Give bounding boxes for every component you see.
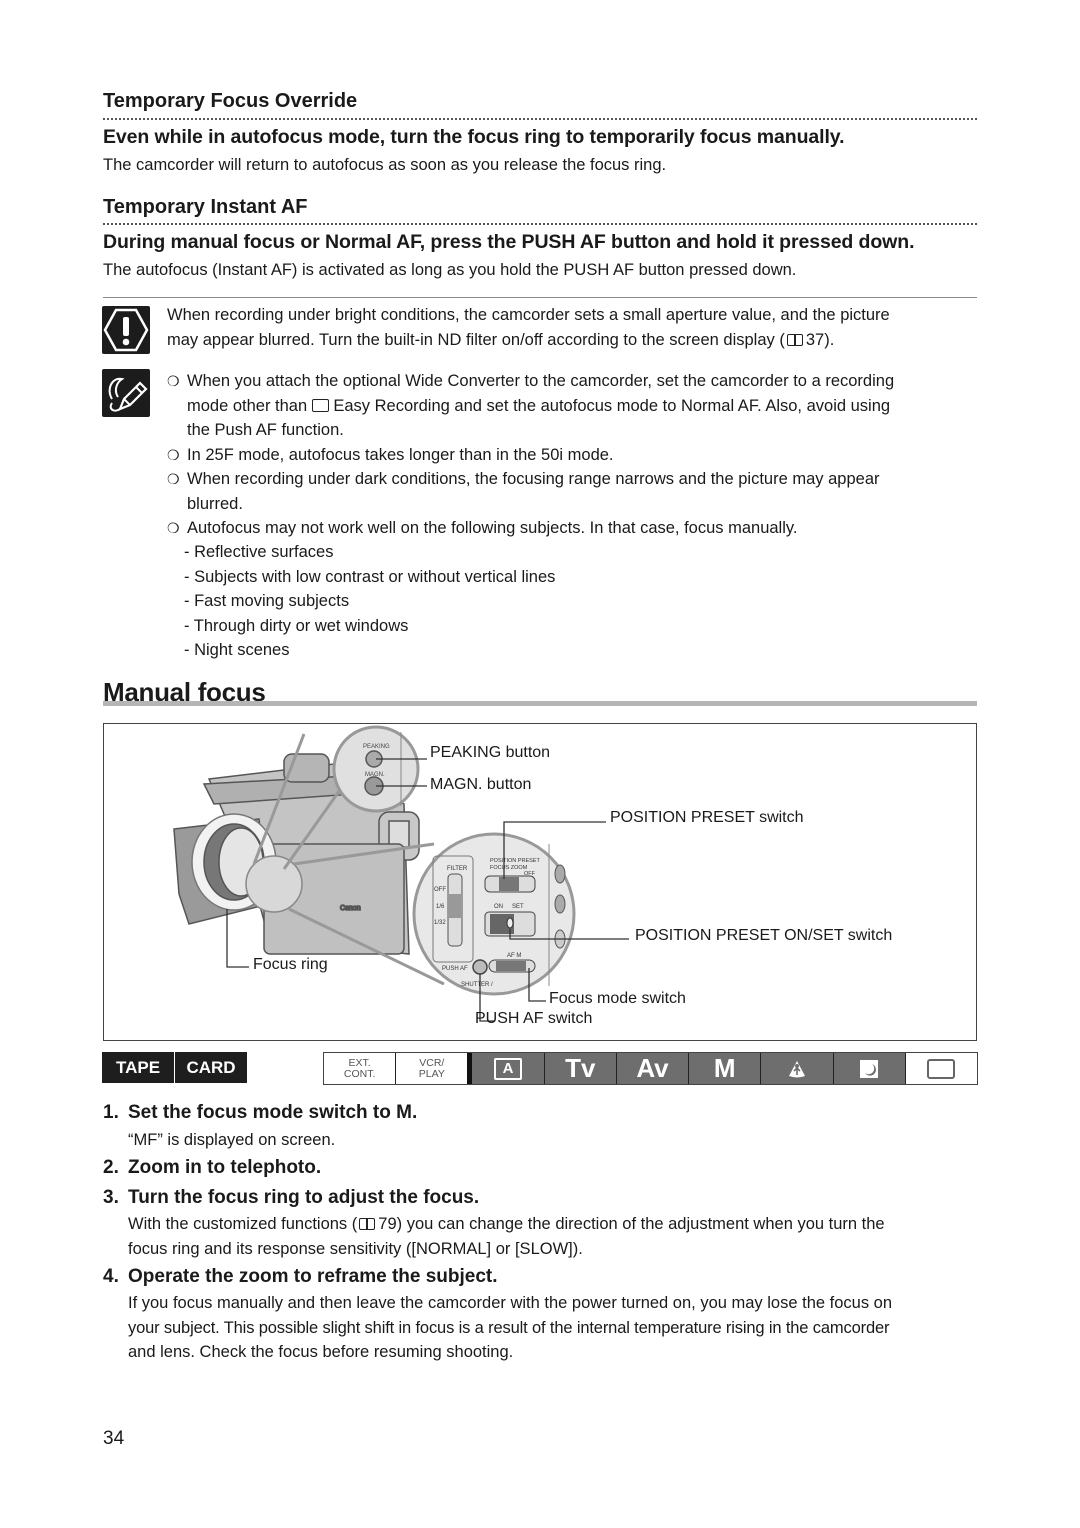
notes-list: ❍ When you attach the optional Wide Conv… xyxy=(167,369,977,541)
svg-text:SHUTTER /: SHUTTER / xyxy=(461,982,493,988)
svg-text:OFF: OFF xyxy=(434,887,446,893)
auto-mode-icon: A xyxy=(493,1057,523,1080)
caution-line: may appear blurred. Turn the built-in ND… xyxy=(167,330,835,349)
camcorder-illustration: Canon PEAKING MAGN. FILTER OFF 1/6 1/32 xyxy=(173,725,629,1022)
mode-m: M xyxy=(689,1053,762,1084)
svg-text:AF M: AF M xyxy=(507,953,521,959)
callout-position-preset-switch: POSITION PRESET switch xyxy=(610,809,804,826)
body-temporary-focus-override: The camcorder will return to autofocus a… xyxy=(103,156,667,174)
subject-item: - Reflective surfaces xyxy=(184,543,334,561)
brand-logo: Canon xyxy=(340,905,361,912)
media-tape: TAPE xyxy=(115,1057,161,1077)
subjects-list: - Reflective surfaces - Subjects with lo… xyxy=(184,540,555,663)
media-indicator: TAPE CARD xyxy=(102,1052,247,1083)
svg-text:PEAKING: PEAKING xyxy=(363,744,390,750)
body-temporary-instant-af: The autofocus (Instant AF) is activated … xyxy=(103,261,797,279)
caution-icon xyxy=(102,306,150,354)
book-reference-icon xyxy=(359,1218,376,1230)
svg-text:ON: ON xyxy=(494,904,503,910)
page-number: 34 xyxy=(103,1428,125,1449)
note-item: ❍ In 25F mode, autofocus takes longer th… xyxy=(167,443,977,468)
title-underline xyxy=(103,701,977,706)
callout-peaking-button: PEAKING button xyxy=(430,744,551,761)
easy-recording-icon xyxy=(311,398,329,412)
callout-focus-mode-switch: Focus mode switch xyxy=(549,990,686,1007)
svg-text:1/32: 1/32 xyxy=(434,920,446,926)
bullet-icon: ❍ xyxy=(167,446,180,463)
subject-item: - Through dirty or wet windows xyxy=(184,616,409,635)
step-3-heading: 3. Turn the focus ring to adjust the focu… xyxy=(103,1187,480,1208)
night-scene-icon xyxy=(860,1059,879,1078)
svg-text:SET: SET xyxy=(512,904,524,910)
mode-av: Av xyxy=(616,1053,690,1084)
step-2-heading: 2. Zoom in to telephoto. xyxy=(103,1157,322,1178)
step-1-heading: 1. Set the focus mode switch to M. xyxy=(103,1102,418,1123)
note-item: ❍ When recording under dark conditions, … xyxy=(167,467,977,516)
dotted-divider xyxy=(103,118,977,120)
camcorder-figure: Canon PEAKING MAGN. FILTER OFF 1/6 1/32 xyxy=(103,723,977,1041)
panel-detail-small xyxy=(245,855,303,913)
lead-temporary-instant-af: During manual focus or Normal AF, press … xyxy=(103,231,915,253)
mode-easy-recording xyxy=(905,1053,977,1084)
section-rule xyxy=(103,297,977,298)
bullet-icon: ❍ xyxy=(167,373,180,389)
callout-position-preset-onset-switch: POSITION PRESET ON/SET switch xyxy=(635,927,893,944)
svg-text:POSITION PRESET: POSITION PRESET xyxy=(490,858,540,864)
step-1-body: “MF” is displayed on screen. xyxy=(128,1131,336,1149)
callout-magn-button: MAGN. button xyxy=(430,776,532,793)
note-item: ❍ Autofocus may not work well on the fol… xyxy=(167,516,977,541)
bullet-icon: ❍ xyxy=(167,471,180,487)
page-ref-link[interactable]: 37 xyxy=(806,331,824,349)
bullet-icon: ❍ xyxy=(167,520,180,536)
mode-ext-cont: EXT. CONT. xyxy=(324,1053,397,1084)
heading-temporary-instant-af: Temporary Instant AF xyxy=(103,196,308,218)
callout-push-af-switch: PUSH AF switch xyxy=(475,1010,593,1027)
easy-recording-icon xyxy=(927,1058,956,1079)
mode-auto: A xyxy=(472,1053,545,1084)
svg-text:FOCUS ZOOM: FOCUS ZOOM xyxy=(490,865,528,871)
svg-text:1/6: 1/6 xyxy=(436,904,445,910)
mode-bar: EXT. CONT. VCR/PLAY A Tv Av M xyxy=(323,1052,978,1085)
spotlight-scene-icon xyxy=(788,1060,805,1077)
media-card: CARD xyxy=(186,1057,236,1077)
svg-text:PUSH AF: PUSH AF xyxy=(442,966,468,972)
caution-text: When recording under bright conditions, … xyxy=(167,303,977,352)
step-4-heading: 4. Operate the zoom to reframe the subjec… xyxy=(103,1266,498,1287)
page-ref-link[interactable]: 79 xyxy=(378,1215,396,1233)
subject-item: - Fast moving subjects xyxy=(184,592,350,610)
dotted-divider xyxy=(103,223,977,225)
lead-temporary-focus-override: Even while in autofocus mode, turn the f… xyxy=(103,126,845,148)
heading-temporary-focus-override: Temporary Focus Override xyxy=(103,90,358,112)
subject-item: - Subjects with low contrast or without … xyxy=(184,567,556,586)
note-item: ❍ When you attach the optional Wide Conv… xyxy=(167,369,977,443)
mode-night xyxy=(833,1053,906,1084)
note-pencil-icon xyxy=(102,369,150,417)
callout-focus-ring: Focus ring xyxy=(253,956,328,973)
step-3-body: With the customized functions (79) you c… xyxy=(128,1215,885,1258)
step-4-body: If you focus manually and then leave the… xyxy=(128,1294,893,1361)
mode-tv: Tv xyxy=(544,1053,617,1084)
mode-vcr-play: VCR/PLAY xyxy=(396,1053,473,1084)
subject-item: - Night scenes xyxy=(184,641,290,659)
caution-line: When recording under bright conditions, … xyxy=(167,306,890,324)
book-reference-icon xyxy=(786,333,803,346)
svg-text:FILTER: FILTER xyxy=(447,866,468,872)
mode-spotlight xyxy=(761,1053,834,1084)
